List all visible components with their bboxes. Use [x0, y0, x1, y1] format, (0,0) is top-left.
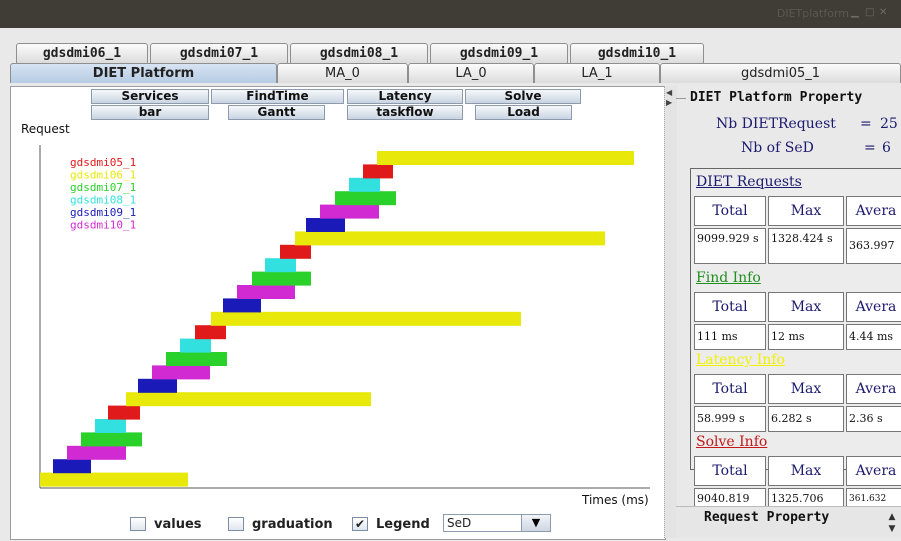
properties-title: DIET Platform Property — [690, 90, 863, 105]
legend-label: Legend — [376, 516, 430, 532]
bar-gdsdmi10_1-14 — [237, 285, 295, 299]
collapse-left-icon[interactable]: ◀ — [666, 88, 672, 97]
latency-section-title[interactable]: Latency Info — [696, 352, 785, 368]
bar-gdsdmi07_1-3 — [81, 432, 142, 447]
graduation-checkbox[interactable] — [228, 517, 244, 531]
latency-avg-header: Avera — [846, 374, 901, 404]
bar-gdsdmi06_1-6 — [126, 392, 371, 407]
legend-type-value: SeD — [447, 516, 472, 530]
bar-gdsdmi06_1-18 — [295, 231, 605, 246]
values-checkbox[interactable] — [130, 517, 146, 531]
latency-avg-value: 2.36 s — [846, 406, 901, 432]
dropdown-arrow-icon[interactable]: ▼ — [521, 515, 550, 531]
requests-avg-value: 363.997 — [846, 228, 901, 264]
find-max-value: 12 ms — [768, 324, 844, 350]
bar-gdsdmi09_1-19 — [306, 218, 345, 232]
nb-sed-eq: = — [864, 140, 876, 156]
solve-max-value: 1325.706 — [768, 488, 844, 508]
find-total-value: 111 ms — [694, 324, 766, 350]
bar-gdsdmi06_1-12 — [211, 311, 521, 326]
bar-gdsdmi08_1-22 — [349, 177, 380, 192]
find-max-header: Max — [768, 292, 844, 322]
latency-max-value: 6.282 s — [768, 406, 844, 432]
legend-item-gdsdmi06_1: gdsdmi06_1 — [70, 169, 136, 182]
bar-gdsdmi05_1-17 — [280, 244, 311, 259]
values-checkbox-row[interactable]: values — [130, 515, 202, 533]
latency-max-header: Max — [768, 374, 844, 404]
bar-gdsdmi07_1-21 — [335, 191, 396, 206]
bar-gdsdmi09_1-1 — [53, 459, 91, 474]
legend-item-gdsdmi09_1: gdsdmi09_1 — [70, 206, 136, 219]
requests-total-value: 9099.929 s — [694, 228, 766, 264]
requests-max-value: 1328.424 s — [768, 228, 844, 264]
bar-gdsdmi10_1-2 — [67, 445, 126, 460]
requests-section-title[interactable]: DIET Requests — [696, 174, 802, 190]
request-property-title: Request Property — [704, 510, 830, 525]
solve-section-title[interactable]: Solve Info — [696, 434, 767, 450]
requests-avg-header: Avera — [846, 196, 901, 226]
nb-request-label: Nb DIETRequest — [716, 116, 836, 132]
values-label: values — [154, 516, 202, 532]
bar-gdsdmi08_1-4 — [95, 419, 126, 433]
bar-gdsdmi06_1-0 — [40, 472, 188, 487]
legend-item-gdsdmi10_1: gdsdmi10_1 — [70, 219, 136, 232]
legend-item-gdsdmi07_1: gdsdmi07_1 — [70, 181, 136, 194]
bar-gdsdmi10_1-8 — [152, 365, 210, 380]
latency-total-value: 58.999 s — [694, 406, 766, 432]
bar-gdsdmi05_1-23 — [363, 164, 393, 179]
bar-gdsdmi07_1-9 — [166, 352, 227, 366]
graduation-label: graduation — [252, 516, 333, 532]
find-avg-header: Avera — [846, 292, 901, 322]
nb-request-eq: = — [860, 116, 872, 132]
bar-gdsdmi08_1-16 — [265, 258, 296, 273]
properties-panel: DIET Platform Property Nb DIETRequest = … — [676, 86, 901, 538]
graduation-checkbox-row[interactable]: graduation — [228, 515, 333, 533]
collapse-right-icon[interactable]: ▶ — [666, 98, 672, 107]
bar-gdsdmi09_1-7 — [138, 378, 177, 393]
bar-gdsdmi08_1-10 — [180, 338, 211, 353]
legend-item-gdsdmi05_1: gdsdmi05_1 — [70, 156, 136, 169]
latency-total-header: Total — [694, 374, 766, 404]
find-avg-value: 4.44 ms — [846, 324, 901, 350]
legend-item-gdsdmi08_1: gdsdmi08_1 — [70, 194, 136, 207]
find-total-header: Total — [694, 292, 766, 322]
request-property-bar: Request Property ▲ ▼ — [676, 506, 901, 537]
nb-sed-value: 6 — [882, 140, 891, 156]
spinner-icon[interactable]: ▲ ▼ — [884, 511, 900, 537]
solve-avg-value: 361.632 — [846, 488, 901, 508]
legend-type-select[interactable]: SeD ▼ — [443, 514, 551, 532]
solve-total-header: Total — [694, 456, 766, 486]
bar-gdsdmi06_1-24 — [377, 151, 634, 165]
title-rule — [676, 98, 686, 99]
bar-gdsdmi10_1-20 — [320, 204, 379, 219]
bar-gdsdmi05_1-5 — [108, 405, 140, 420]
bar-gdsdmi09_1-13 — [223, 298, 261, 313]
solve-max-header: Max — [768, 456, 844, 486]
nb-sed-label: Nb of SeD — [741, 140, 814, 156]
solve-total-value: 9040.819 — [694, 488, 766, 508]
requests-max-header: Max — [768, 196, 844, 226]
legend-checkbox[interactable]: ✔ — [352, 517, 368, 531]
solve-avg-header: Avera — [846, 456, 901, 486]
find-section-title[interactable]: Find Info — [696, 270, 761, 286]
nb-request-value: 25 — [880, 116, 898, 132]
bar-gdsdmi05_1-11 — [195, 325, 226, 340]
legend-checkbox-row[interactable]: ✔ Legend — [352, 515, 430, 533]
bar-gdsdmi07_1-15 — [252, 271, 311, 286]
requests-total-header: Total — [694, 196, 766, 226]
